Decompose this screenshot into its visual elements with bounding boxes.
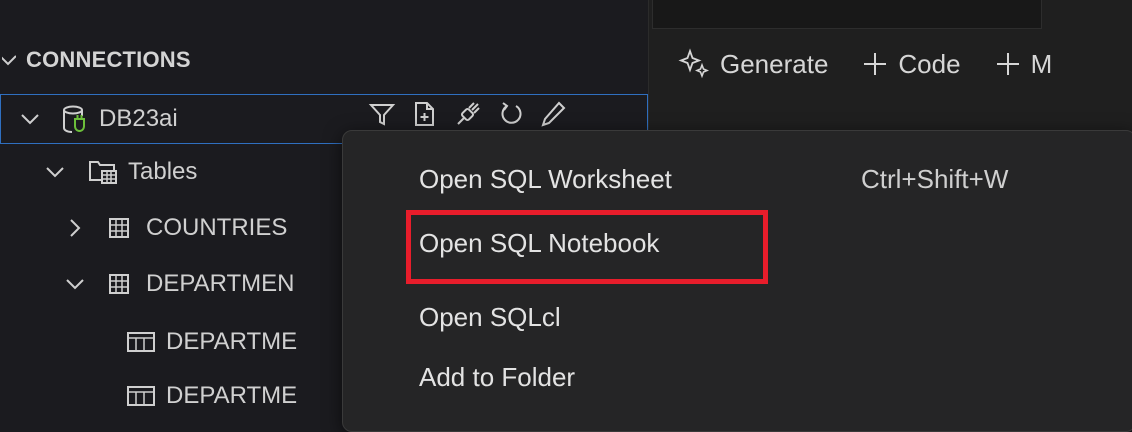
database-connection-icon (61, 104, 89, 134)
chevron-down-icon (0, 50, 16, 70)
tree-item-label: DEPARTME (166, 328, 298, 355)
editor-top-region (652, 0, 1042, 29)
add-code-cell-button[interactable]: Code (862, 48, 961, 80)
chevron-right-icon[interactable] (64, 217, 86, 239)
tree-item-tables[interactable]: Tables (0, 148, 197, 196)
column-icon (126, 330, 156, 354)
notebook-toolbar: Generate Code M (678, 40, 1074, 88)
tables-label: Tables (128, 158, 198, 185)
column-icon (126, 384, 156, 408)
plus-icon (995, 51, 1021, 77)
menu-item-label: Add to Folder (419, 361, 576, 392)
tree-item-countries[interactable]: COUNTRIES (0, 204, 287, 252)
tables-folder-icon (88, 158, 118, 186)
add-markdown-cell-button[interactable]: M (995, 48, 1053, 80)
new-file-icon[interactable] (412, 100, 438, 128)
connect-icon[interactable] (454, 100, 482, 128)
annotation-highlight-box (406, 210, 768, 284)
menu-item-label: Open SQL Worksheet (419, 163, 672, 194)
sparkle-icon (678, 48, 710, 80)
connection-name: DB23ai (99, 105, 178, 132)
tree-item-column[interactable]: DEPARTME (0, 318, 297, 366)
tree-item-departments[interactable]: DEPARTMEN (0, 260, 294, 308)
connection-actions (368, 100, 566, 128)
menu-item-label: Open SQLcl (419, 301, 561, 332)
markdown-label: M (1030, 48, 1053, 79)
menu-item-shortcut: Ctrl+Shift+W (861, 163, 1009, 194)
table-icon (108, 217, 130, 239)
tree-item-label: DEPARTMEN (146, 270, 295, 297)
table-icon (108, 273, 130, 295)
tree-item-label: COUNTRIES (146, 214, 288, 241)
chevron-down-icon[interactable] (64, 273, 86, 295)
refresh-icon[interactable] (498, 100, 524, 128)
generate-label: Generate (720, 48, 829, 79)
connections-title: CONNECTIONS (26, 47, 191, 72)
menu-item-open-sqlcl[interactable]: Open SQLcl (419, 297, 561, 337)
menu-item-add-to-folder[interactable]: Add to Folder (419, 357, 575, 397)
code-label: Code (898, 48, 961, 79)
menu-item-open-sql-worksheet[interactable]: Open SQL Worksheet (419, 159, 672, 199)
tree-item-column[interactable]: DEPARTME (0, 372, 297, 420)
filter-icon[interactable] (368, 100, 396, 128)
chevron-down-icon[interactable] (19, 108, 41, 130)
generate-button[interactable]: Generate (678, 48, 828, 80)
tree-item-label: DEPARTME (166, 382, 298, 409)
connections-section-header[interactable]: CONNECTIONS (0, 40, 191, 80)
edit-icon[interactable] (540, 100, 566, 128)
chevron-down-icon[interactable] (44, 161, 66, 183)
plus-icon (862, 51, 888, 77)
